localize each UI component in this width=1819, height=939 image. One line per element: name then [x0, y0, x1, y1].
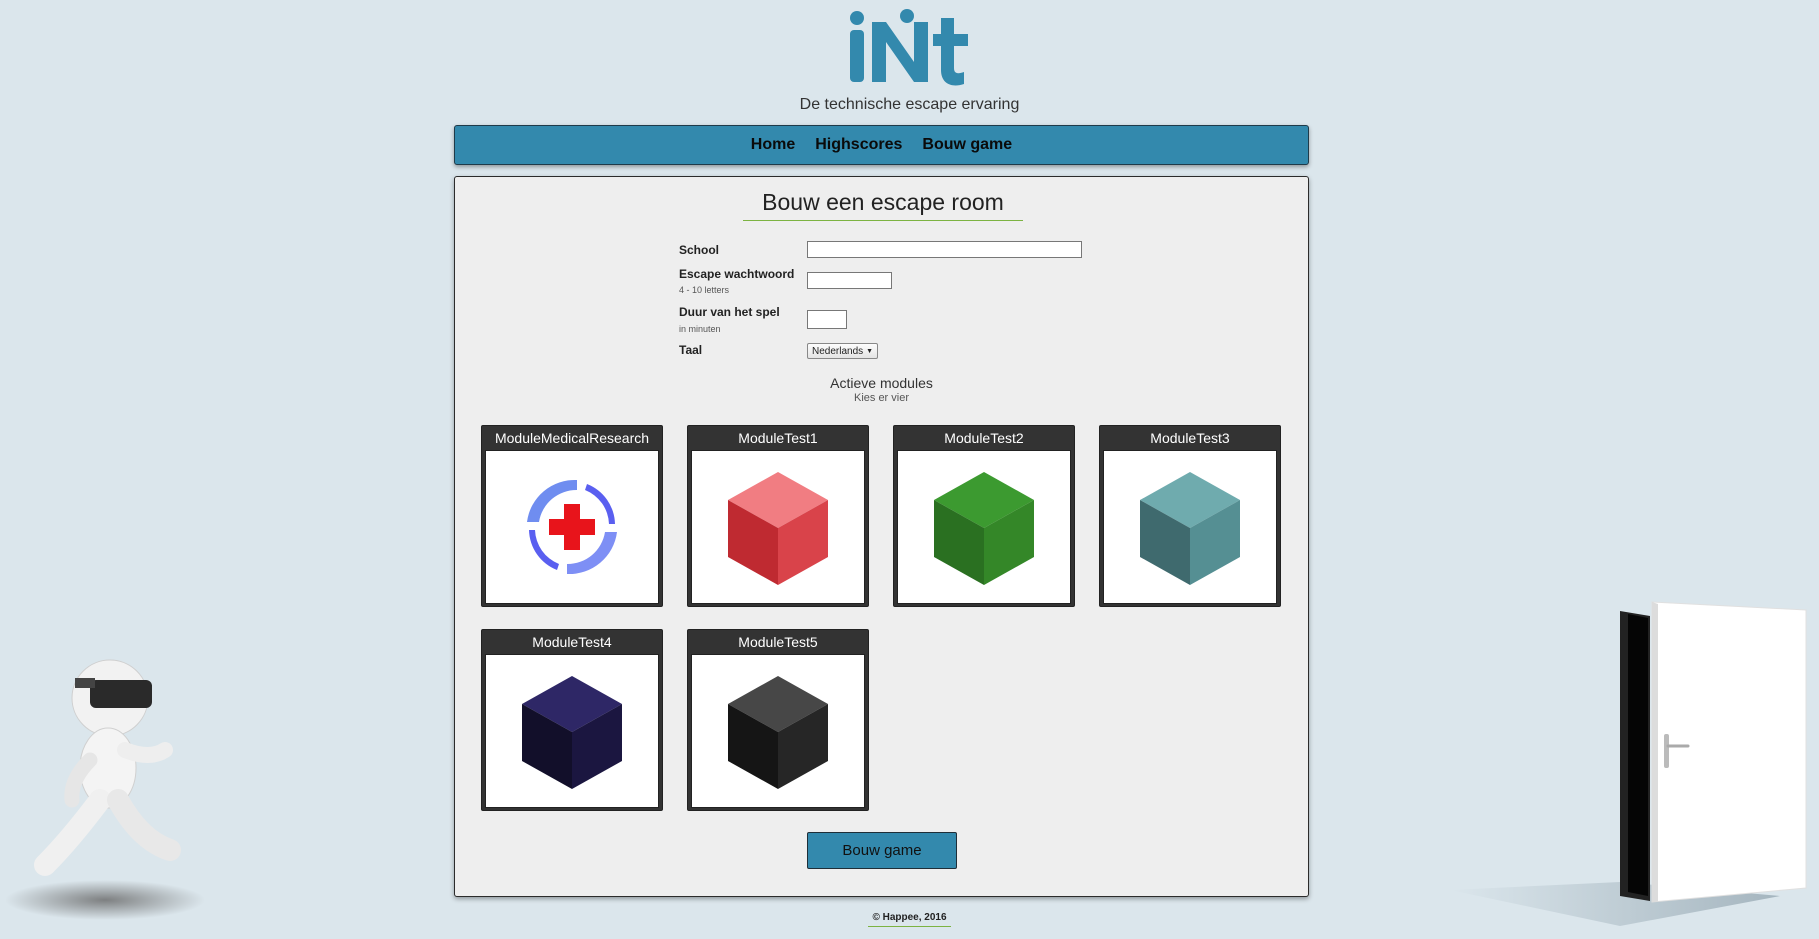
black-cube-icon — [728, 676, 828, 789]
svg-text:iNit: iNit — [845, 8, 847, 9]
main-navbar: Home Highscores Bouw game — [454, 125, 1309, 165]
password-label: Escape wachtwoord — [679, 267, 795, 281]
module-card-test4[interactable]: ModuleTest4 — [481, 629, 663, 811]
module-name: ModuleTest3 — [1150, 430, 1230, 446]
password-hint: 4 - 10 letters — [679, 285, 730, 295]
chevron-down-icon: ▼ — [866, 347, 874, 355]
language-selected-value: Nederlands — [812, 345, 864, 357]
module-image — [897, 450, 1071, 604]
tagline: De technische escape ervaring — [799, 96, 1020, 113]
copyright-text: © Happee, 2016 — [868, 912, 951, 927]
module-name: ModuleTest4 — [532, 634, 612, 650]
duration-input[interactable] — [807, 310, 847, 329]
language-select[interactable]: Nederlands ▼ — [807, 343, 879, 359]
duration-label: Duur van het spel — [679, 305, 780, 319]
module-card-test5[interactable]: ModuleTest5 — [687, 629, 869, 811]
medical-cross-icon — [527, 479, 617, 575]
module-card-test1[interactable]: ModuleTest1 — [687, 425, 869, 607]
green-cube-icon — [934, 472, 1034, 585]
module-name: ModuleTest1 — [738, 430, 818, 446]
logo: iNit — [0, 8, 1819, 88]
vr-runner-figure-icon — [5, 659, 205, 920]
init-logo-icon: iNit — [845, 8, 968, 86]
build-room-panel: Bouw een escape room School Escape wacht… — [454, 176, 1309, 897]
duration-hint: in minuten — [679, 324, 721, 334]
module-name: ModuleMedicalResearch — [494, 430, 650, 446]
nav-home[interactable]: Home — [751, 136, 795, 154]
navy-cube-icon — [522, 676, 622, 789]
modules-title: Actieve modules — [830, 375, 933, 391]
nav-build-game[interactable]: Bouw game — [922, 136, 1012, 154]
modules-subtitle: Kies er vier — [853, 392, 910, 404]
module-name: ModuleTest5 — [738, 634, 818, 650]
teal-cube-icon — [1140, 472, 1240, 585]
module-card-test2[interactable]: ModuleTest2 — [893, 425, 1075, 607]
open-door-icon — [1450, 601, 1807, 926]
module-image — [691, 450, 865, 604]
module-image — [691, 654, 865, 808]
nav-highscores[interactable]: Highscores — [815, 136, 902, 154]
password-input[interactable] — [807, 272, 892, 289]
school-input[interactable] — [807, 241, 1082, 258]
module-image — [1103, 450, 1277, 604]
build-game-button[interactable]: Bouw game — [807, 832, 957, 869]
module-card-test3[interactable]: ModuleTest3 — [1099, 425, 1281, 607]
language-label: Taal — [679, 343, 703, 357]
module-card-medical-research[interactable]: ModuleMedicalResearch — [481, 425, 663, 607]
module-name: ModuleTest2 — [944, 430, 1024, 446]
red-cube-icon — [728, 472, 828, 585]
school-label: School — [679, 243, 720, 257]
module-image — [485, 450, 659, 604]
page-title: Bouw een escape room — [743, 189, 1023, 221]
module-image — [485, 654, 659, 808]
